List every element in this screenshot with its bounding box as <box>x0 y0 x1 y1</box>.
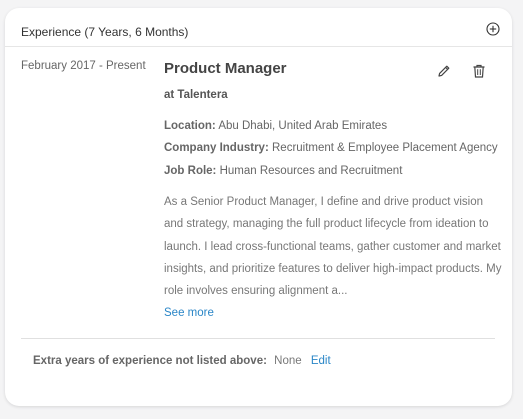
location-label: Location: <box>164 120 216 132</box>
extra-experience-row: Extra years of experience not listed abo… <box>33 355 331 367</box>
edit-experience-button[interactable] <box>436 63 452 79</box>
company-name: at Talentera <box>164 89 228 101</box>
see-more-link[interactable]: See more <box>164 307 214 319</box>
plus-circle-icon <box>486 22 500 36</box>
add-experience-button[interactable] <box>486 22 500 36</box>
pencil-icon <box>438 65 450 77</box>
card-header: Experience (7 Years, 6 Months) <box>5 8 512 47</box>
divider <box>21 338 495 339</box>
industry-row: Company Industry: Recruitment & Employee… <box>164 142 498 154</box>
job-description: As a Senior Product Manager, I define an… <box>164 196 502 298</box>
job-title: Product Manager <box>164 60 287 77</box>
location-value: Abu Dhabi, United Arab Emirates <box>218 120 388 132</box>
role-value: Human Resources and Recruitment <box>219 165 403 177</box>
edit-extra-experience-link[interactable]: Edit <box>311 355 331 367</box>
delete-experience-button[interactable] <box>471 63 487 79</box>
trash-icon <box>473 64 485 78</box>
industry-value: Recruitment & Employee Placement Agency <box>272 142 498 154</box>
date-range: February 2017 - Present <box>21 60 146 72</box>
role-label: Job Role: <box>164 165 217 177</box>
role-row: Job Role: Human Resources and Recruitmen… <box>164 165 402 177</box>
industry-label: Company Industry: <box>164 142 269 154</box>
location-row: Location: Abu Dhabi, United Arab Emirate… <box>164 120 387 132</box>
experience-card: Experience (7 Years, 6 Months) February … <box>5 8 512 406</box>
extra-experience-label: Extra years of experience not listed abo… <box>33 355 267 367</box>
extra-experience-value: None <box>274 355 302 367</box>
section-title: Experience (7 Years, 6 Months) <box>21 25 189 39</box>
